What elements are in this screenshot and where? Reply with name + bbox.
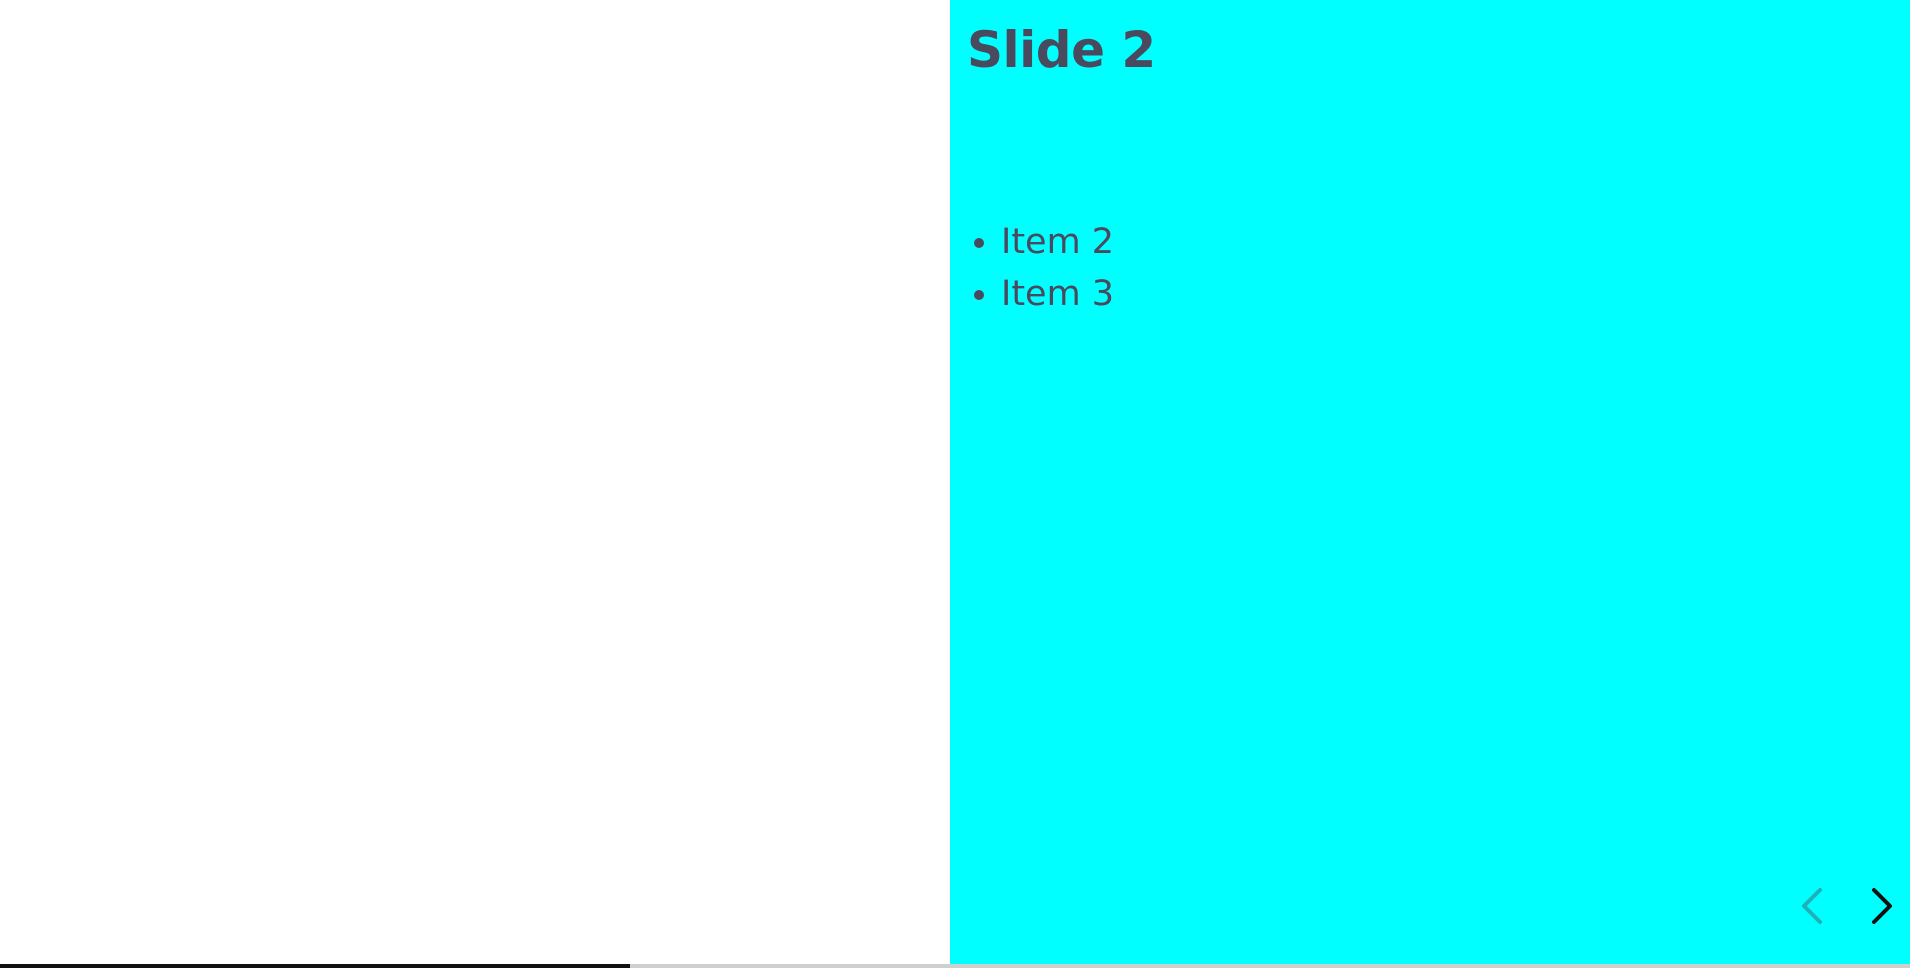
chevron-right-icon [1872,888,1892,924]
slide-bullet-list: Item 2 Item 3 [967,216,1910,320]
progress-bar-fill [0,964,631,968]
progress-bar [0,964,1910,968]
blank-area [0,0,950,968]
list-item: Item 3 [1001,268,1910,320]
previous-slide-button[interactable] [1788,882,1836,930]
slide-title: Slide 2 [967,21,1156,79]
slide-deck: Slide 2 Item 2 Item 3 [0,0,1910,968]
list-item: Item 2 [1001,216,1910,268]
slide: Slide 2 Item 2 Item 3 [950,0,1910,968]
chevron-left-icon [1802,888,1822,924]
next-slide-button[interactable] [1858,882,1906,930]
